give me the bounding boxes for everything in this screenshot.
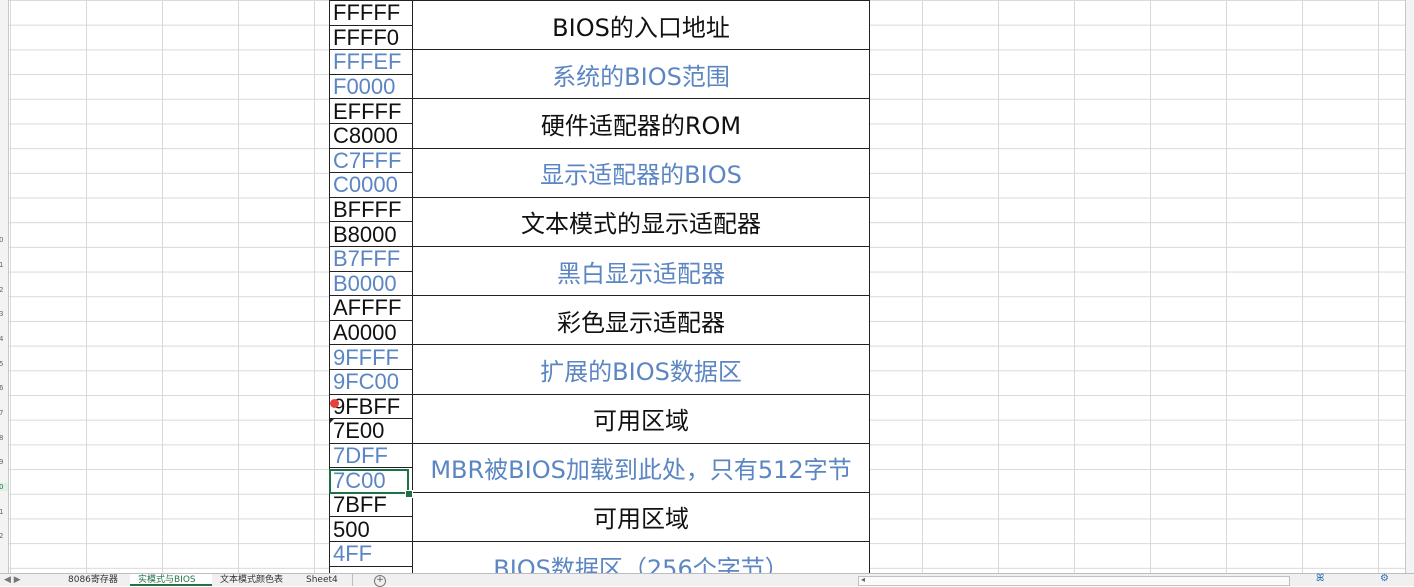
- region-label-cell[interactable]: 硬件适配器的ROM: [412, 98, 870, 149]
- row-number[interactable]: 0: [0, 236, 3, 244]
- region-label-cell[interactable]: 可用区域: [412, 491, 870, 543]
- sheet-tab[interactable]: 文本模式颜色表: [212, 574, 307, 586]
- table-row: C7FFF 显示适配器的BIOS: [329, 147, 870, 198]
- sheet-tab[interactable]: 8086寄存器: [60, 574, 139, 586]
- address-high-cell[interactable]: 4FF: [329, 541, 413, 567]
- address-low-cell[interactable]: 7E00: [329, 418, 413, 444]
- system-tray: ꕤ ⚙: [1298, 573, 1408, 586]
- table-row: 9FBFF 可用区域: [329, 393, 870, 444]
- address-low-cell[interactable]: 500: [329, 516, 413, 543]
- memory-map-table: FFFFF BIOS的入口地址 FFFF0 FFFEF 系统的BIOS范围 F0…: [329, 0, 870, 573]
- address-low-cell[interactable]: B0000: [329, 270, 413, 297]
- plus-circle-icon[interactable]: +: [374, 575, 386, 587]
- row-number[interactable]: 4: [0, 335, 3, 343]
- table-row: 9FFFF 扩展的BIOS数据区: [329, 344, 870, 395]
- sheet-nav-arrows-icon[interactable]: ◀ ▶: [4, 574, 21, 586]
- address-high-cell[interactable]: B7FFF: [329, 245, 413, 272]
- address-high-cell[interactable]: FFFEF: [329, 49, 413, 75]
- fill-handle[interactable]: [405, 490, 413, 498]
- address-high-cell[interactable]: FFFFF: [329, 0, 413, 26]
- sheet-tab-active[interactable]: 实模式与BIOS: [130, 574, 215, 586]
- region-label-cell[interactable]: BIOS的入口地址: [412, 0, 870, 51]
- address-high-cell[interactable]: EFFFF: [329, 98, 413, 124]
- row-number[interactable]: 6: [0, 384, 3, 392]
- table-row: EFFFF 硬件适配器的ROM: [329, 98, 870, 149]
- comment-marker-icon[interactable]: [330, 399, 339, 408]
- address-high-cell[interactable]: 9FBFF: [329, 393, 413, 420]
- address-high-cell[interactable]: 7BFF: [329, 491, 413, 518]
- row-number[interactable]: 2: [0, 532, 3, 540]
- row-number[interactable]: 9: [0, 458, 3, 466]
- address-low-cell[interactable]: C0000: [329, 172, 413, 198]
- address-low-cell[interactable]: C8000: [329, 122, 413, 149]
- region-label-cell[interactable]: 黑白显示适配器: [412, 245, 870, 297]
- table-row: 4FF BIOS数据区（256个字节）: [329, 541, 870, 573]
- settings-icon[interactable]: ⚙: [1380, 573, 1389, 584]
- row-number[interactable]: 1: [0, 508, 3, 516]
- row-number-active[interactable]: 0: [0, 483, 8, 491]
- row-number[interactable]: 2: [0, 286, 3, 294]
- region-label-cell[interactable]: BIOS数据区（256个字节）: [412, 541, 870, 573]
- address-low-cell[interactable]: A0000: [329, 319, 413, 346]
- address-low-cell[interactable]: 7C00: [329, 467, 413, 493]
- address-high-cell[interactable]: BFFFF: [329, 196, 413, 223]
- table-row: B7FFF 黑白显示适配器: [329, 245, 870, 297]
- address-high-cell[interactable]: C7FFF: [329, 147, 413, 174]
- address-low-cell[interactable]: FFFF0: [329, 24, 413, 51]
- table-row: FFFEF 系统的BIOS范围: [329, 49, 870, 100]
- table-row: FFFFF BIOS的入口地址: [329, 0, 870, 51]
- region-label-cell[interactable]: 系统的BIOS范围: [412, 49, 870, 100]
- region-label-cell[interactable]: 显示适配器的BIOS: [412, 147, 870, 198]
- row-number[interactable]: 3: [0, 310, 3, 318]
- cell-indicator-icon: [329, 419, 334, 424]
- address-low-cell[interactable]: 9FC00: [329, 368, 413, 395]
- region-label-cell[interactable]: MBR被BIOS加载到此处，只有512字节: [412, 442, 870, 493]
- address-high-cell[interactable]: 9FFFF: [329, 344, 413, 370]
- scroll-left-icon[interactable]: ◂: [861, 575, 865, 584]
- region-label-cell[interactable]: 文本模式的显示适配器: [412, 196, 870, 247]
- input-method-icon[interactable]: ꕤ: [1316, 573, 1324, 584]
- region-label-cell[interactable]: 彩色显示适配器: [412, 295, 870, 346]
- row-number[interactable]: 1: [0, 261, 3, 269]
- region-label-cell[interactable]: 可用区域: [412, 393, 870, 444]
- address-high-cell[interactable]: 7DFF: [329, 442, 413, 469]
- table-row: BFFFF 文本模式的显示适配器: [329, 196, 870, 247]
- vertical-scrollbar[interactable]: [1405, 0, 1414, 573]
- table-row: 7DFF MBR被BIOS加载到此处，只有512字节: [329, 442, 870, 493]
- row-header-column: 0 1 2 3 4 5 6 7 8 9 0 1 2: [0, 0, 9, 573]
- address-high-cell[interactable]: AFFFF: [329, 295, 413, 321]
- table-row: AFFFF 彩色显示适配器: [329, 295, 870, 346]
- row-number[interactable]: 5: [0, 360, 3, 368]
- address-low-cell[interactable]: B8000: [329, 221, 413, 247]
- row-number[interactable]: 8: [0, 434, 3, 442]
- sheet-tab[interactable]: Sheet4: [298, 574, 353, 586]
- sheet-tab-bar: ◀ ▶ 8086寄存器 实模式与BIOS 文本模式颜色表 Sheet4 + ◂ …: [0, 573, 1414, 587]
- address-low-cell[interactable]: [329, 565, 413, 573]
- address-low-cell[interactable]: F0000: [329, 73, 413, 100]
- row-number[interactable]: 7: [0, 409, 3, 417]
- region-label-cell[interactable]: 扩展的BIOS数据区: [412, 344, 870, 395]
